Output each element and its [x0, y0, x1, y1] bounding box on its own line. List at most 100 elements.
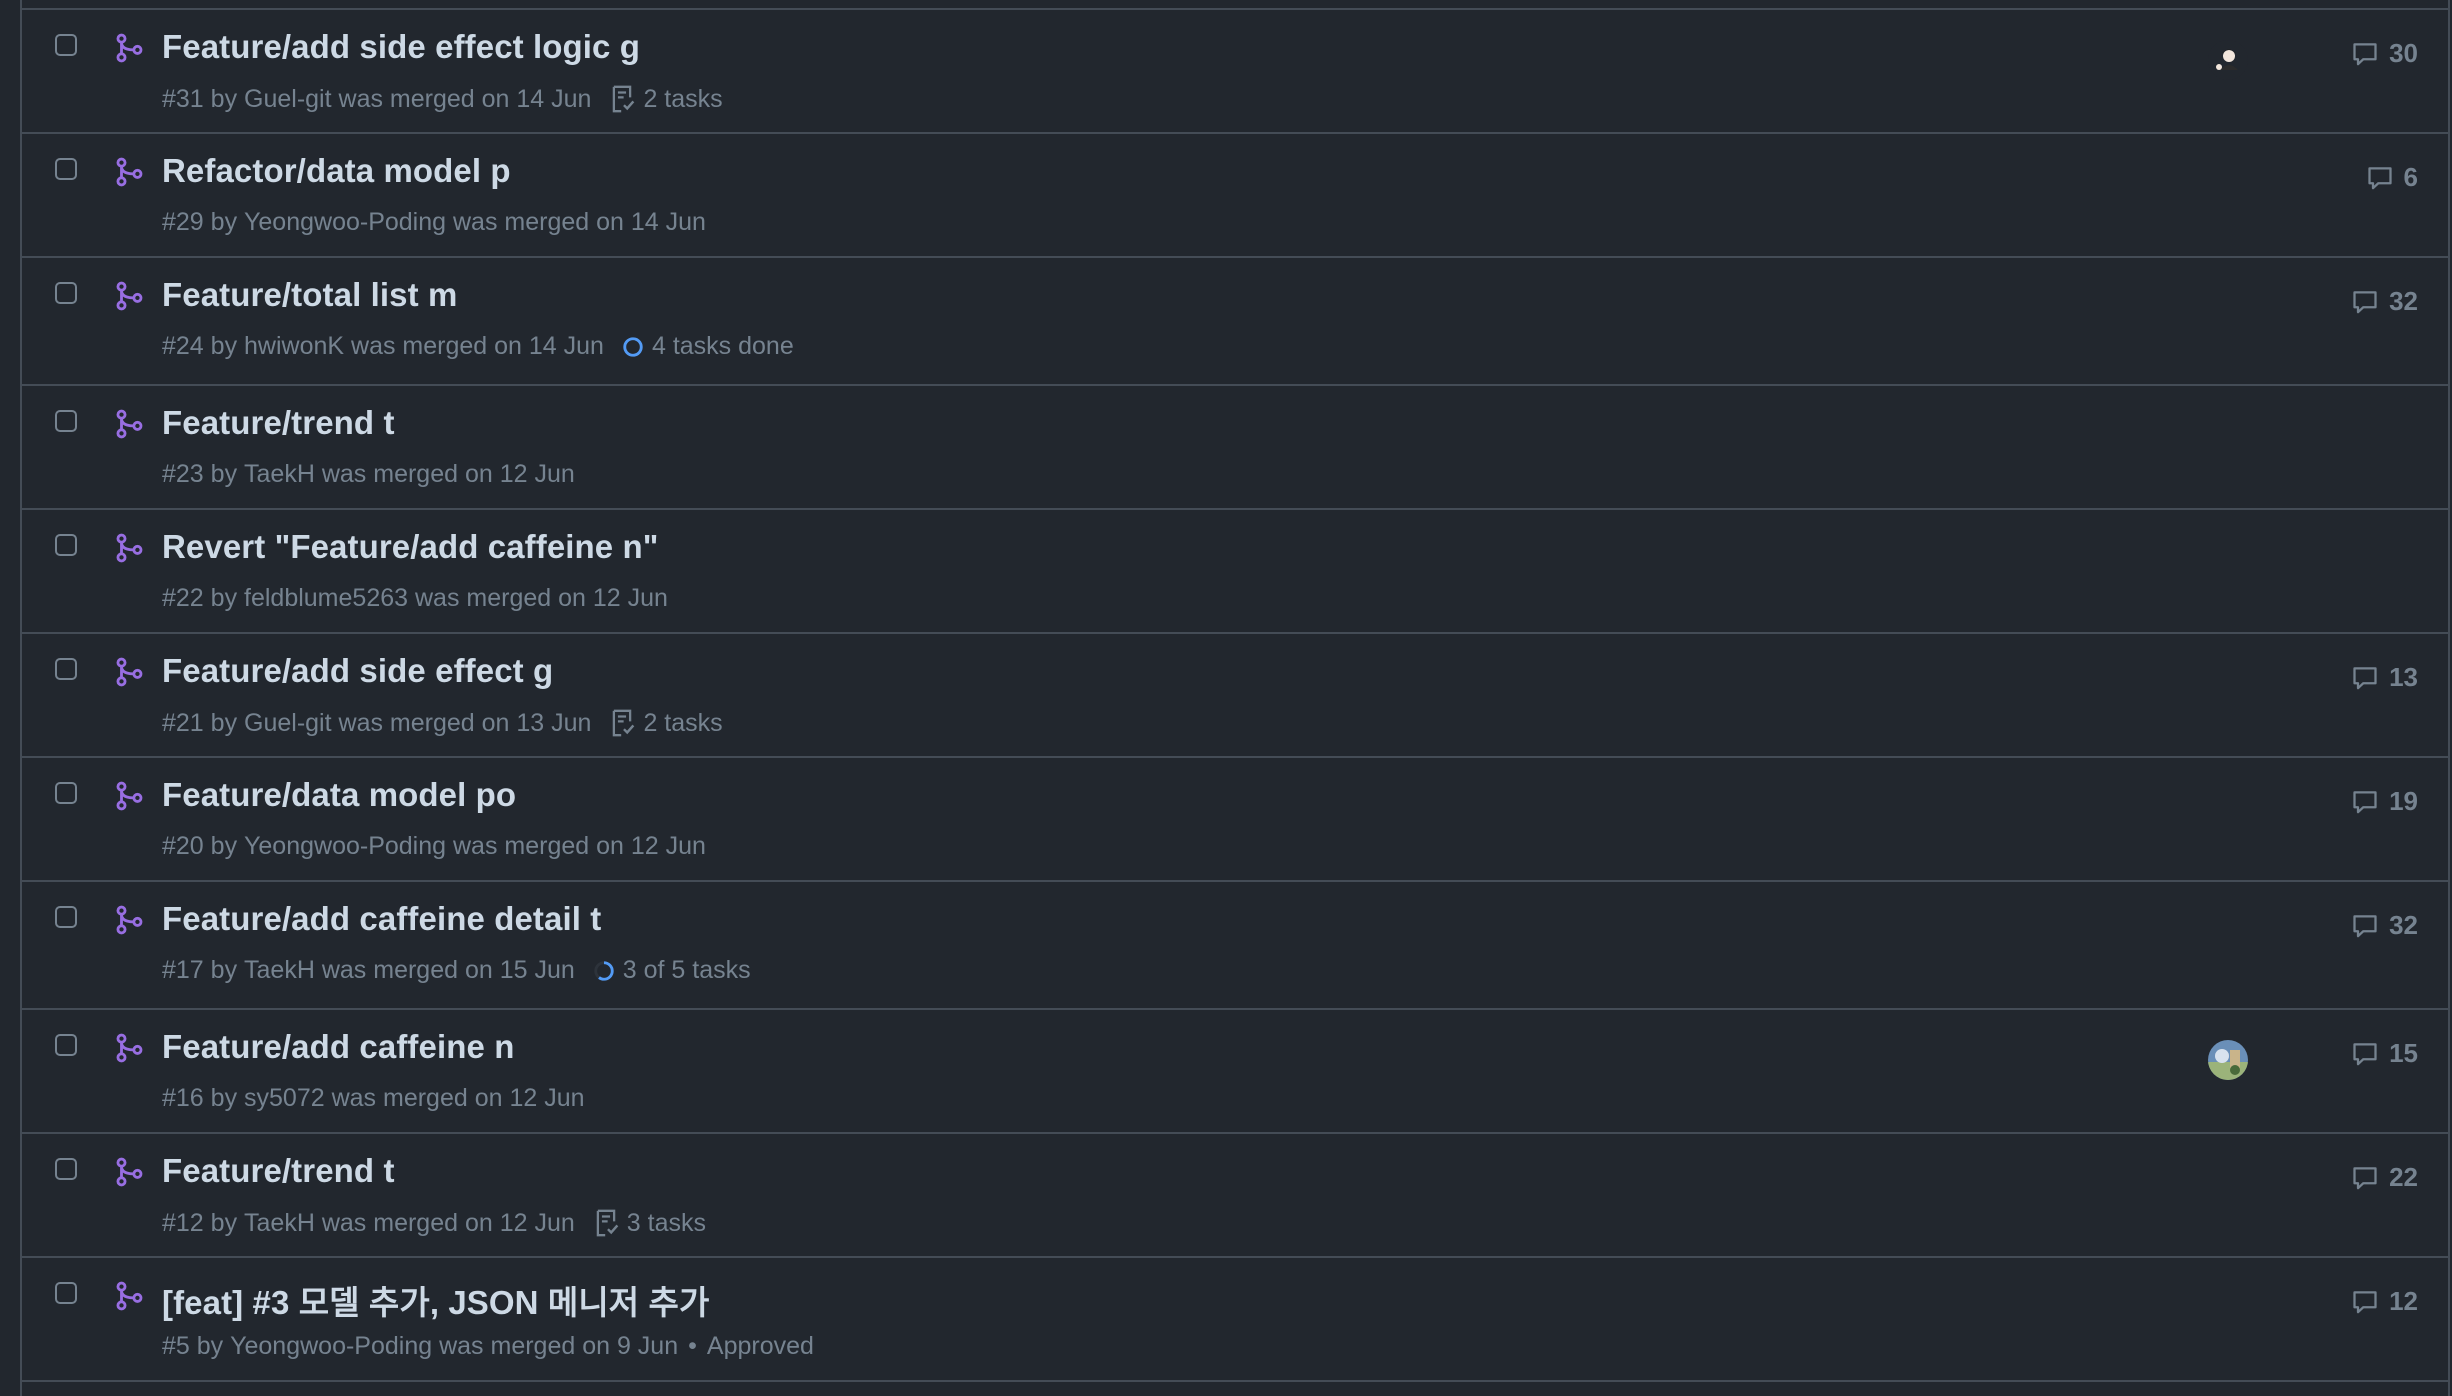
- merge-status: was merged on 12 Jun: [331, 1084, 585, 1112]
- comment-icon: [2351, 1164, 2389, 1192]
- author-link[interactable]: feldblume5263: [244, 584, 408, 613]
- pull-request-meta: #17 by TaekH was merged on 15 Jun 3 of 5 …: [162, 956, 751, 985]
- pull-request-title-link[interactable]: Feature/trend t: [162, 404, 395, 442]
- comment-count: 12: [2389, 1286, 2418, 1316]
- pull-request-number: #21: [162, 708, 204, 737]
- checklist-icon: [609, 708, 643, 738]
- author-link[interactable]: sy5072: [244, 1084, 325, 1113]
- task-progress[interactable]: 3 of 5 tasks: [593, 956, 751, 985]
- pull-request-meta: #29 by Yeongwoo-Poding was merged on 14 …: [162, 208, 706, 237]
- comments-link[interactable]: 22: [2351, 1162, 2418, 1193]
- merge-status: was merged on 14 Jun: [351, 332, 604, 360]
- author-link[interactable]: TaekH: [244, 460, 315, 489]
- merge-status: was merged on 12 Jun: [321, 1208, 575, 1237]
- comments-link[interactable]: 32: [2351, 286, 2418, 317]
- comments-link[interactable]: 32: [2351, 910, 2418, 941]
- pull-request-title-link[interactable]: Feature/data model po: [162, 776, 516, 814]
- pull-request-title-link[interactable]: Refactor/data model p: [162, 152, 511, 190]
- pull-request-row[interactable]: Feature/add caffeine n #16 by sy5072 was …: [22, 1010, 2448, 1134]
- select-checkbox[interactable]: [55, 34, 77, 56]
- select-checkbox[interactable]: [55, 658, 77, 680]
- git-merge-icon: [114, 409, 144, 439]
- select-checkbox[interactable]: [55, 158, 77, 180]
- pull-request-number: #17: [162, 956, 204, 984]
- git-merge-icon: [114, 157, 144, 187]
- git-merge-icon: [114, 1033, 144, 1063]
- comment-icon: [2351, 40, 2389, 68]
- assignee-avatar[interactable]: [2208, 1040, 2248, 1080]
- pull-request-meta: #22 by feldblume5263 was merged on 12 Ju…: [162, 584, 668, 613]
- pull-request-row[interactable]: [feat] #3 모델 추가, JSON 메니저 추가 #5 by Yeongw…: [22, 1258, 2448, 1382]
- pull-request-row[interactable]: Feature/data model po #20 by Yeongwoo-Pod…: [22, 758, 2448, 882]
- pull-request-title-link[interactable]: Feature/add caffeine n: [162, 1028, 514, 1066]
- pull-request-title-link[interactable]: Feature/trend t: [162, 1152, 395, 1190]
- author-link[interactable]: Yeongwoo-Poding: [230, 1332, 432, 1361]
- pull-request-meta: #31 by Guel-git was merged on 14 Jun 2 ta…: [162, 84, 723, 114]
- pull-request-row[interactable]: Feature/add side effect g #21 by Guel-git…: [22, 634, 2448, 758]
- author-link[interactable]: TaekH: [244, 956, 315, 985]
- task-count-label: 3 tasks: [626, 1208, 706, 1237]
- select-checkbox[interactable]: [55, 282, 77, 304]
- git-merge-icon: [114, 1281, 144, 1311]
- author-link[interactable]: Yeongwoo-Poding: [244, 208, 446, 237]
- pull-request-title-link[interactable]: Feature/add side effect logic g: [162, 28, 640, 66]
- pull-request-title-link[interactable]: Feature/total list m: [162, 276, 457, 314]
- git-merge-icon: [114, 1157, 144, 1187]
- pull-request-title-link[interactable]: Feature/add side effect g: [162, 652, 553, 690]
- pull-request-title-link[interactable]: Revert "Feature/add caffeine n": [162, 528, 659, 566]
- comments-link[interactable]: 15: [2351, 1038, 2418, 1069]
- select-checkbox[interactable]: [55, 782, 77, 804]
- pull-request-row[interactable]: Feature/add caffeine detail t #17 by Taek…: [22, 882, 2448, 1010]
- author-link[interactable]: hwiwonK: [244, 332, 344, 361]
- task-progress[interactable]: 2 tasks: [609, 84, 723, 114]
- select-checkbox[interactable]: [55, 1034, 77, 1056]
- pull-request-row[interactable]: Refactor/data model p #29 by Yeongwoo-Pod…: [22, 134, 2448, 258]
- review-status-link[interactable]: Approved: [707, 1332, 814, 1361]
- comment-count: 32: [2389, 910, 2418, 940]
- comments-link[interactable]: 30: [2351, 38, 2418, 69]
- comment-count: 6: [2403, 162, 2418, 192]
- comments-link[interactable]: 19: [2351, 786, 2418, 817]
- comments-link[interactable]: 6: [2366, 162, 2418, 193]
- pull-request-number: #22: [162, 584, 204, 612]
- comment-icon: [2366, 164, 2404, 192]
- pull-request-meta: #5 by Yeongwoo-Poding was merged on 9 Ju…: [162, 1332, 814, 1361]
- comment-icon: [2351, 1288, 2389, 1316]
- select-checkbox[interactable]: [55, 1158, 77, 1180]
- comment-count: 15: [2389, 1038, 2418, 1068]
- task-progress[interactable]: 2 tasks: [609, 708, 723, 738]
- task-progress[interactable]: 4 tasks done: [622, 332, 794, 361]
- meta-separator: •: [688, 1332, 697, 1360]
- merge-status: was merged on 12 Jun: [321, 460, 575, 488]
- author-link[interactable]: TaekH: [244, 1209, 315, 1238]
- select-checkbox[interactable]: [55, 906, 77, 928]
- pull-request-row[interactable]: Feature/trend t #23 by TaekH was merged o…: [22, 386, 2448, 510]
- pull-request-row[interactable]: Revert "Feature/add caffeine n" #22 by fe…: [22, 510, 2448, 634]
- author-link[interactable]: Guel-git: [244, 709, 332, 738]
- task-count-label: 3 of 5 tasks: [622, 956, 751, 984]
- comment-count: 32: [2389, 286, 2418, 316]
- comments-link[interactable]: 13: [2351, 662, 2418, 693]
- pull-request-row[interactable]: Feature/trend t #12 by TaekH was merged o…: [22, 1134, 2448, 1258]
- select-checkbox[interactable]: [55, 534, 77, 556]
- pull-request-meta: #21 by Guel-git was merged on 13 Jun 2 ta…: [162, 708, 723, 738]
- task-count-label: 4 tasks done: [651, 332, 794, 360]
- author-link[interactable]: Guel-git: [244, 85, 332, 114]
- pull-request-number: #20: [162, 832, 204, 860]
- author-link[interactable]: Yeongwoo-Poding: [244, 832, 446, 861]
- pull-request-number: #24: [162, 332, 204, 360]
- pull-request-meta: #16 by sy5072 was merged on 12 Jun: [162, 1084, 585, 1113]
- merge-status: was merged on 13 Jun: [338, 708, 592, 737]
- task-progress[interactable]: 3 tasks: [593, 1208, 706, 1238]
- pull-request-row[interactable]: Feature/total list m #24 by hwiwonK was m…: [22, 258, 2448, 386]
- git-merge-icon: [114, 33, 144, 63]
- select-checkbox[interactable]: [55, 1282, 77, 1304]
- pull-request-meta: #23 by TaekH was merged on 12 Jun: [162, 460, 575, 489]
- assignee-avatar[interactable]: [2208, 40, 2248, 80]
- pull-request-title-link[interactable]: [feat] #3 모델 추가, JSON 메니저 추가: [162, 1276, 709, 1324]
- select-checkbox[interactable]: [55, 410, 77, 432]
- pull-request-row[interactable]: Feature/add side effect logic g #31 by Gu…: [22, 10, 2448, 134]
- pull-request-title-link[interactable]: Feature/add caffeine detail t: [162, 900, 601, 938]
- comments-link[interactable]: 12: [2351, 1286, 2418, 1317]
- pull-request-meta: #20 by Yeongwoo-Poding was merged on 12 …: [162, 832, 706, 861]
